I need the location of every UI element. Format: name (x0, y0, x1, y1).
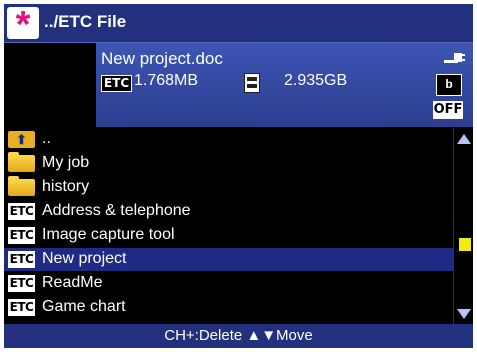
list-item-history[interactable]: history (4, 176, 453, 199)
list-item-game-chart[interactable]: ETC Game chart (4, 296, 453, 319)
etc-icon: ETC (8, 203, 35, 220)
camera-mode-icon: b (436, 74, 462, 96)
up-folder-icon: ⬆ (8, 131, 35, 148)
device-screen: * ../ETC File New project.doc ETC 1.768M… (4, 4, 473, 348)
scroll-up-arrow-icon[interactable] (457, 134, 471, 144)
etc-app-icon: * (7, 4, 39, 46)
list-item-label: My job (42, 154, 90, 171)
selected-filename: New project.doc (101, 49, 223, 68)
scrollbar[interactable] (453, 128, 473, 324)
free-space: 2.935GB (284, 72, 348, 89)
etc-icon: ETC (8, 299, 35, 316)
file-thumbnail (4, 43, 96, 127)
status-icons: b OFF (422, 43, 473, 127)
list-item-label: history (42, 178, 90, 195)
etc-type-icon: ETC (101, 75, 133, 92)
power-plug-icon (444, 53, 465, 63)
memory-card-icon (244, 73, 260, 93)
etc-icon: ETC (8, 251, 35, 268)
file-info-panel: New project.doc ETC 1.768MB 2.935GB b OF… (4, 43, 473, 127)
folder-icon (8, 176, 35, 196)
etc-icon: ETC (8, 275, 35, 292)
list-item-label: ReadMe (42, 274, 103, 291)
list-item-address-telephone[interactable]: ETC Address & telephone (4, 200, 453, 223)
etc-icon: ETC (8, 227, 35, 244)
folder-icon (8, 152, 35, 172)
path-title: ../ETC File (44, 12, 127, 31)
scroll-thumb[interactable] (459, 238, 471, 251)
list-item-label: Image capture tool (42, 226, 175, 243)
file-size: 1.768MB (134, 72, 199, 89)
list-item-my-job[interactable]: My job (4, 152, 453, 175)
list-item-new-project[interactable]: ETC New project (4, 248, 453, 271)
key-hint-bar: CH+:Delete ▲▼Move (4, 324, 473, 348)
list-item-label: .. (42, 130, 51, 147)
list-item-readme[interactable]: ETC ReadMe (4, 272, 453, 295)
file-details: New project.doc ETC 1.768MB 2.935GB (96, 43, 422, 127)
file-list: ⬆ .. My job history ETC Address & teleph… (4, 128, 453, 324)
list-item-image-capture-tool[interactable]: ETC Image capture tool (4, 224, 453, 247)
list-item-label: New project (42, 250, 127, 267)
off-status-badge: OFF (433, 101, 463, 119)
scroll-down-arrow-icon[interactable] (457, 309, 471, 319)
list-item-label: Game chart (42, 298, 126, 315)
title-bar: * ../ETC File (4, 4, 473, 46)
list-item-label: Address & telephone (42, 202, 191, 219)
list-item-parent[interactable]: ⬆ .. (4, 128, 453, 151)
